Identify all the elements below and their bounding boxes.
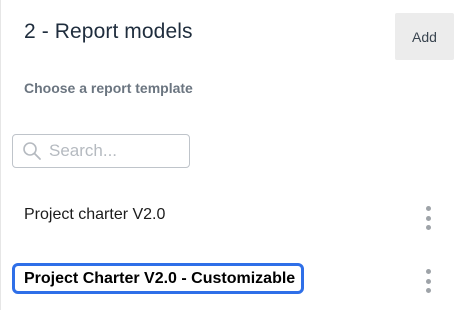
template-item-project-charter[interactable]: Project charter V2.0: [0, 196, 466, 236]
search-box[interactable]: [12, 134, 190, 168]
kebab-dot: [425, 288, 431, 293]
kebab-dot: [425, 215, 431, 221]
report-models-panel: 2 - Report models Add Choose a report te…: [0, 0, 466, 310]
template-item-project-charter-customizable[interactable]: Project Charter V2.0 - Customizable: [0, 259, 466, 299]
template-item-label[interactable]: Project Charter V2.0 - Customizable: [12, 263, 305, 294]
search-icon: [21, 140, 43, 162]
kebab-dot: [425, 269, 431, 274]
kebab-dot: [425, 278, 431, 284]
template-item-label[interactable]: Project charter V2.0: [24, 206, 165, 224]
page-title: 2 - Report models: [24, 20, 193, 43]
section-subtitle: Choose a report template: [24, 80, 193, 96]
kebab-dot: [425, 206, 431, 211]
more-options-icon[interactable]: [420, 206, 436, 230]
search-input[interactable]: [49, 141, 179, 161]
add-button[interactable]: Add: [395, 13, 454, 60]
more-options-icon[interactable]: [420, 269, 436, 293]
kebab-dot: [425, 225, 431, 230]
